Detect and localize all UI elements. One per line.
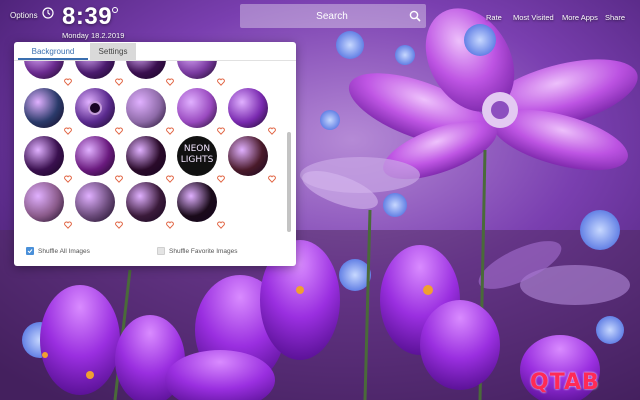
background-thumbnail[interactable] [228, 136, 268, 176]
check-icon [27, 249, 33, 254]
background-thumbnail-grid: NEON LIGHTS [14, 61, 286, 245]
favorite-heart-icon[interactable] [64, 122, 72, 135]
favorite-heart-icon[interactable] [217, 73, 225, 86]
tab-background[interactable]: Background [18, 43, 88, 60]
background-thumbnail[interactable] [126, 88, 166, 128]
shuffle-favorite-checkbox[interactable] [157, 247, 165, 255]
more-apps-link[interactable]: More Apps [562, 13, 598, 22]
background-thumbnail[interactable] [75, 61, 115, 79]
favorite-heart-icon[interactable] [64, 170, 72, 183]
background-thumbnail[interactable] [177, 88, 217, 128]
favorite-heart-icon[interactable] [166, 122, 174, 135]
scrollbar-thumb[interactable] [287, 132, 291, 232]
favorite-heart-icon[interactable] [64, 216, 72, 229]
clock-icon[interactable] [42, 7, 54, 19]
rate-link[interactable]: Rate [486, 13, 502, 22]
tab-settings[interactable]: Settings [90, 43, 136, 60]
background-thumbnail[interactable] [228, 88, 268, 128]
favorite-heart-icon[interactable] [115, 122, 123, 135]
favorite-heart-icon[interactable] [115, 216, 123, 229]
background-thumbnail[interactable] [75, 136, 115, 176]
clock-time: 8:39 [62, 3, 113, 30]
options-link[interactable]: Options [10, 11, 38, 20]
search-box [240, 4, 426, 28]
background-thumbnail[interactable] [126, 136, 166, 176]
shuffle-all-option[interactable]: Shuffle All Images [26, 247, 90, 255]
eye-pupil [88, 101, 102, 115]
background-thumbnail[interactable]: NEON LIGHTS [177, 136, 217, 176]
favorite-heart-icon[interactable] [166, 170, 174, 183]
favorite-heart-icon[interactable] [64, 73, 72, 86]
shuffle-favorite-label: Shuffle Favorite Images [169, 247, 238, 255]
shuffle-all-checkbox[interactable] [26, 247, 34, 255]
search-icon[interactable] [404, 5, 426, 27]
background-thumbnail[interactable] [177, 61, 217, 79]
favorite-heart-icon[interactable] [217, 216, 225, 229]
weekday: Monday [62, 31, 89, 40]
search-input[interactable] [240, 4, 404, 28]
qtab-logo: QTAB [530, 370, 600, 395]
favorite-heart-icon[interactable] [115, 73, 123, 86]
most-visited-link[interactable]: Most Visited [513, 13, 554, 22]
shuffle-all-label: Shuffle All Images [38, 247, 90, 255]
favorite-heart-icon[interactable] [115, 170, 123, 183]
neon-lights-text: NEON LIGHTS [180, 144, 214, 165]
background-thumbnail[interactable] [24, 136, 64, 176]
shuffle-favorite-option[interactable]: Shuffle Favorite Images [157, 247, 238, 255]
favorite-heart-icon[interactable] [166, 216, 174, 229]
favorite-heart-icon[interactable] [268, 122, 276, 135]
clock-format-icon [112, 7, 118, 13]
background-thumbnail[interactable] [177, 182, 217, 222]
panel-tabs: Background Settings [14, 42, 296, 60]
favorite-heart-icon[interactable] [217, 122, 225, 135]
favorite-heart-icon[interactable] [268, 170, 276, 183]
background-thumbnail[interactable] [126, 61, 166, 79]
background-thumbnail[interactable] [24, 61, 64, 79]
date: 18.2.2019 [91, 31, 125, 40]
background-thumbnail[interactable] [75, 182, 115, 222]
share-link[interactable]: Share [605, 13, 625, 22]
background-thumbnail[interactable] [24, 88, 64, 128]
favorite-heart-icon[interactable] [166, 73, 174, 86]
background-thumbnail[interactable] [75, 88, 115, 128]
background-thumbnail[interactable] [126, 182, 166, 222]
background-thumbnail[interactable] [24, 182, 64, 222]
background-panel: Background Settings NEON LIGHTS Shuffle … [14, 42, 296, 266]
favorite-heart-icon[interactable] [217, 170, 225, 183]
